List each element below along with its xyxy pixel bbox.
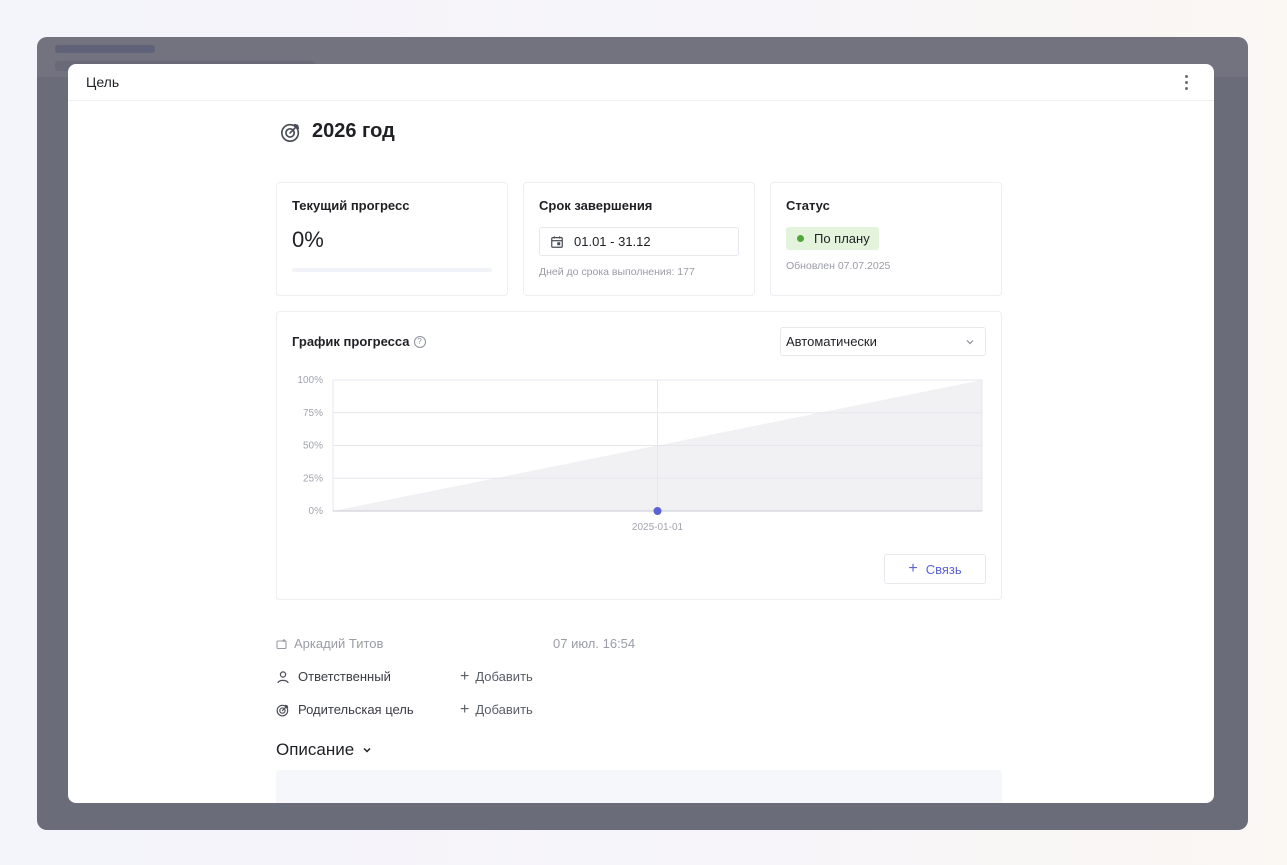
goal-meta: Аркадий Титов 07 июл. 16:54 Ответственны… — [276, 627, 1002, 726]
y-tick-label: 50% — [303, 441, 323, 452]
user-icon — [277, 670, 289, 683]
add-parent-goal-label: Добавить — [475, 702, 533, 717]
chevron-down-icon — [363, 747, 371, 753]
chart-title: График прогресса — [292, 334, 410, 349]
calendar-icon — [551, 235, 563, 248]
help-icon[interactable]: ? — [413, 335, 426, 348]
deadline-label: Срок завершения — [539, 198, 653, 213]
status-value: По плану — [814, 231, 870, 246]
author-row: Аркадий Титов 07 июл. 16:54 — [276, 627, 1002, 660]
plus-icon: + — [908, 560, 918, 577]
y-tick-label: 25% — [303, 473, 323, 484]
chart-mode-value: Автоматически — [786, 334, 877, 349]
goal-modal: Цель 2026 год Текущий прогресс 0% Срок з… — [68, 64, 1214, 803]
author-name: Аркадий Титов — [294, 636, 384, 651]
y-tick-label: 0% — [309, 506, 324, 517]
add-responsible-label: Добавить — [475, 669, 533, 684]
created-date: 07 июл. 16:54 — [553, 636, 636, 651]
parent-goal-label-text: Родительская цель — [298, 702, 414, 717]
responsible-label-text: Ответственный — [298, 669, 391, 684]
date-range-value: 01.01 - 31.12 — [574, 234, 651, 249]
status-card: Статус По плану Обновлен 07.07.2025 — [770, 182, 1002, 296]
status-updated: Обновлен 07.07.2025 — [786, 260, 891, 272]
days-left-hint: Дней до срока выполнения: 177 — [539, 266, 695, 278]
goal-title[interactable]: 2026 год — [312, 120, 395, 143]
target-icon — [281, 123, 300, 142]
y-tick-label: 100% — [297, 375, 323, 386]
status-badge[interactable]: По плану — [786, 227, 879, 250]
plus-icon: + — [460, 667, 470, 685]
description-editor[interactable] — [276, 770, 1002, 803]
parent-goal-row: Родительская цель + Добавить — [276, 693, 1002, 726]
chart-mode-select[interactable]: Автоматически — [780, 327, 986, 356]
summary-cards: Текущий прогресс 0% Срок завершения 01.0… — [276, 182, 1002, 296]
progress-value: 0% — [292, 227, 324, 252]
more-options-icon[interactable] — [1176, 72, 1196, 92]
chevron-down-icon — [966, 339, 974, 344]
plus-icon: + — [460, 700, 470, 718]
actual-progress-point — [653, 507, 662, 515]
responsible-label: Ответственный — [276, 669, 460, 684]
responsible-row: Ответственный + Добавить — [276, 660, 1002, 693]
add-link-label: Связь — [925, 561, 962, 577]
modal-title: Цель — [86, 74, 120, 90]
add-parent-goal-button[interactable]: + Добавить — [460, 700, 533, 718]
progress-chart: 100% 75% 50% 25% 0% 2025-01-01 — [297, 375, 983, 533]
progress-bar — [292, 268, 492, 272]
progress-chart-card: График прогресса ? Автоматически 100% 75%… — [276, 311, 1002, 600]
date-range-field[interactable]: 01.01 - 31.12 — [539, 227, 739, 256]
modal-header: Цель — [68, 64, 1214, 101]
chart-title-row: График прогресса ? — [292, 334, 426, 349]
parent-goal-label: Родительская цель — [276, 702, 460, 717]
goal-title-row: 2026 год — [280, 120, 395, 143]
add-responsible-button[interactable]: + Добавить — [460, 667, 533, 685]
description-toggle[interactable]: Описание — [276, 740, 372, 760]
status-dot-icon — [797, 235, 804, 242]
progress-card: Текущий прогресс 0% — [276, 182, 508, 296]
y-tick-label: 75% — [303, 408, 323, 419]
add-link-button[interactable]: + Связь — [884, 554, 986, 584]
x-tick-label: 2025-01-01 — [632, 522, 684, 533]
deadline-card: Срок завершения 01.01 - 31.12 Дней до ср… — [523, 182, 755, 296]
status-label: Статус — [786, 198, 830, 213]
description-title: Описание — [276, 740, 355, 759]
created-icon — [276, 638, 287, 649]
author: Аркадий Титов — [276, 636, 553, 651]
target-icon — [276, 704, 289, 716]
progress-label: Текущий прогресс — [292, 198, 410, 213]
